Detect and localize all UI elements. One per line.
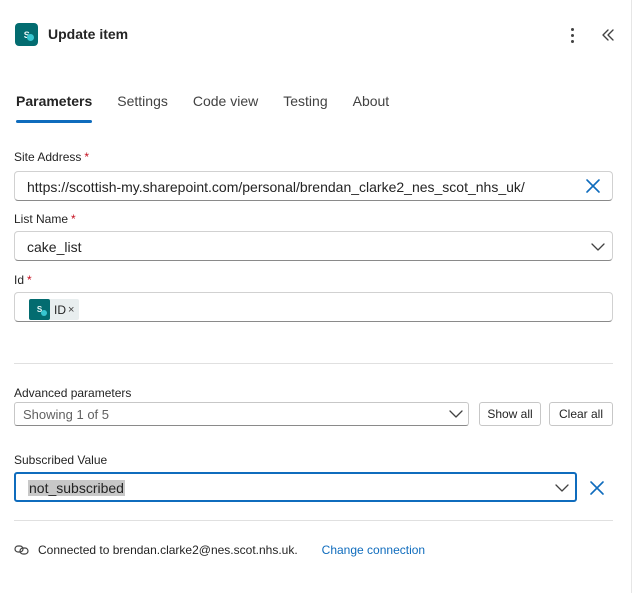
- tab-parameters[interactable]: Parameters: [16, 93, 93, 123]
- token-label: ID: [54, 302, 66, 317]
- advanced-parameters-label: Advanced parameters: [14, 386, 132, 400]
- required-marker: *: [27, 273, 32, 287]
- link-icon: [14, 545, 29, 555]
- remove-parameter-icon[interactable]: [589, 480, 605, 496]
- id-input[interactable]: S ID ×: [14, 292, 613, 322]
- id-label-text: Id: [14, 273, 25, 287]
- panel-header: S Update item: [14, 22, 618, 48]
- section-divider: [14, 363, 613, 364]
- site-address-label-text: Site Address: [14, 150, 82, 164]
- update-item-panel: S Update item Parameters Settings Code v…: [0, 0, 632, 593]
- site-address-value: https://scottish-my.sharepoint.com/perso…: [27, 179, 525, 195]
- double-chevron-left-icon[interactable]: [600, 25, 616, 45]
- footer-divider: [14, 520, 613, 521]
- tab-settings[interactable]: Settings: [117, 93, 168, 123]
- remove-token-icon[interactable]: ×: [68, 304, 74, 316]
- more-vertical-icon[interactable]: [565, 25, 579, 45]
- chevron-down-icon[interactable]: [449, 409, 463, 419]
- list-name-label: List Name *: [14, 212, 76, 226]
- subscribed-value-dropdown[interactable]: not_subscribed: [14, 472, 577, 502]
- list-name-value: cake_list: [27, 239, 82, 255]
- subscribed-value-label: Subscribed Value: [14, 453, 108, 467]
- tab-testing[interactable]: Testing: [283, 93, 327, 123]
- id-label: Id *: [14, 273, 32, 287]
- list-name-label-text: List Name: [14, 212, 69, 226]
- site-address-label: Site Address *: [14, 150, 89, 164]
- required-marker: *: [84, 150, 90, 164]
- connection-footer: Connected to brendan.clarke2@nes.scot.nh…: [14, 541, 425, 559]
- connected-text: Connected to brendan.clarke2@nes.scot.nh…: [38, 543, 298, 557]
- list-name-dropdown[interactable]: cake_list: [14, 231, 613, 261]
- advanced-parameters-value: Showing 1 of 5: [23, 407, 110, 422]
- clear-all-button[interactable]: Clear all: [549, 402, 613, 426]
- sharepoint-icon: S: [29, 299, 50, 320]
- change-connection-link[interactable]: Change connection: [322, 543, 425, 557]
- site-address-input[interactable]: https://scottish-my.sharepoint.com/perso…: [14, 171, 613, 201]
- id-token[interactable]: S ID ×: [29, 299, 80, 320]
- panel-title: Update item: [48, 26, 129, 42]
- tab-about[interactable]: About: [353, 93, 390, 123]
- chevron-down-icon[interactable]: [591, 242, 605, 252]
- tab-code-view[interactable]: Code view: [193, 93, 258, 123]
- sharepoint-icon: S: [15, 23, 38, 46]
- clear-icon[interactable]: [585, 178, 601, 194]
- advanced-parameters-dropdown[interactable]: Showing 1 of 5: [14, 402, 469, 426]
- show-all-button[interactable]: Show all: [479, 402, 541, 426]
- subscribed-value-text: not_subscribed: [28, 480, 125, 496]
- tab-bar: Parameters Settings Code view Testing Ab…: [16, 93, 414, 123]
- required-marker: *: [71, 212, 76, 226]
- chevron-down-icon[interactable]: [555, 483, 569, 493]
